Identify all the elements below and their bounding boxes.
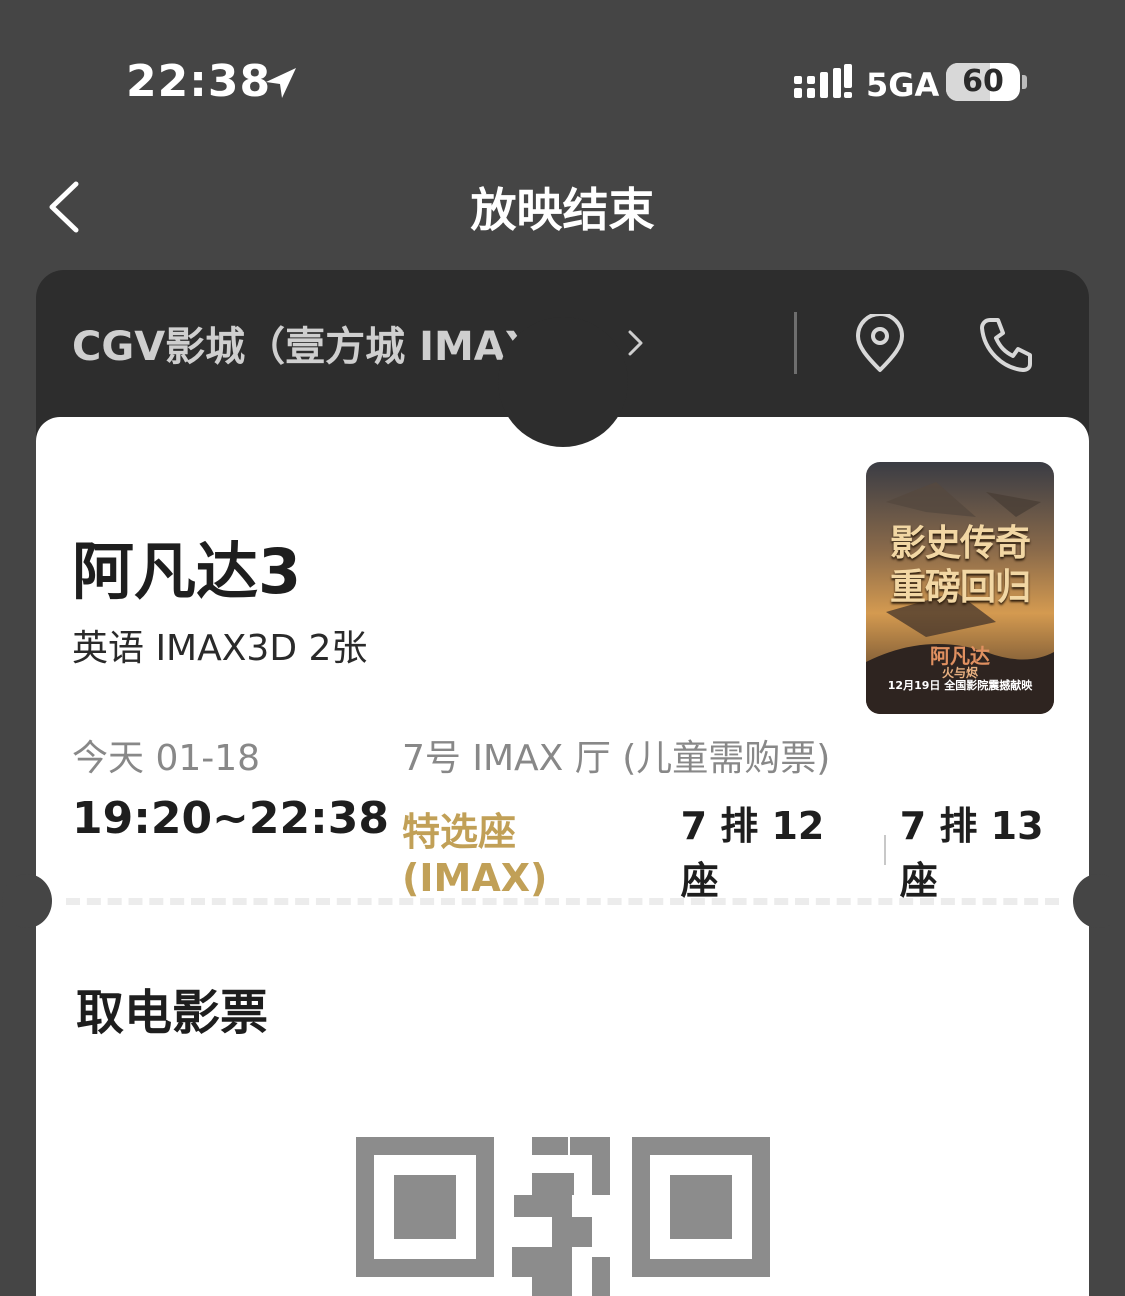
qr-code[interactable] (356, 1137, 770, 1296)
battery-cap (1022, 75, 1027, 89)
movie-poster[interactable]: 影史传奇 重磅回归 阿凡达 火与烬 12月19日 全国影院震撼献映 (866, 462, 1054, 714)
phone-icon[interactable] (976, 314, 1034, 374)
seat-info: 特选座 (IMAX) 7 排 12 座 7 排 13 座 (402, 795, 1089, 905)
seat-type: 特选座 (IMAX) (402, 809, 548, 900)
perforation-line (66, 898, 1059, 905)
poster-slogan-line2: 重磅回归 (889, 567, 1031, 608)
ticket-notch-left (2, 874, 52, 928)
show-date: 今天 01-18 (72, 738, 261, 779)
chevron-right-icon (628, 330, 643, 356)
poster-release-date: 12月19日 全国影院震撼献映 (887, 679, 1033, 692)
battery-level: 60 (962, 64, 1004, 99)
seat-separator (883, 835, 886, 865)
location-arrow-icon (266, 68, 296, 98)
pickup-label: 取电影票 (76, 985, 269, 1041)
status-time: 22:38 (126, 56, 272, 107)
movie-title: 阿凡达3 (72, 535, 302, 608)
ticket-card: 阿凡达3 英语 IMAX3D 2张 影史传奇 重磅回归 阿凡达 火与烬 12月1… (2, 317, 1123, 1296)
battery-icon: 60 (946, 63, 1020, 101)
poster-slogan-line1: 影史传奇 (889, 523, 1031, 564)
divider (794, 312, 797, 374)
seat-1: 7 排 12 座 (680, 804, 825, 903)
show-time: 19:20~22:38 (72, 793, 389, 844)
page-title: 放映结束 (470, 183, 655, 237)
network-type: 5GA (866, 66, 940, 104)
screen: 22:38 5GA 60 放映结束 CGV影城（壹方城 IMAX店） 阿凡达3 … (0, 0, 1125, 1296)
hall-info: 7号 IMAX 厅 (儿童需购票) (402, 738, 831, 779)
movie-format: 英语 IMAX3D 2张 (72, 628, 368, 669)
poster-slogan: 影史传奇 重磅回归 (866, 522, 1054, 610)
seat-2: 7 排 13 座 (899, 804, 1044, 903)
signal-icon (794, 64, 852, 98)
location-pin-icon[interactable] (852, 314, 908, 374)
ticket-notch-top (498, 317, 628, 447)
